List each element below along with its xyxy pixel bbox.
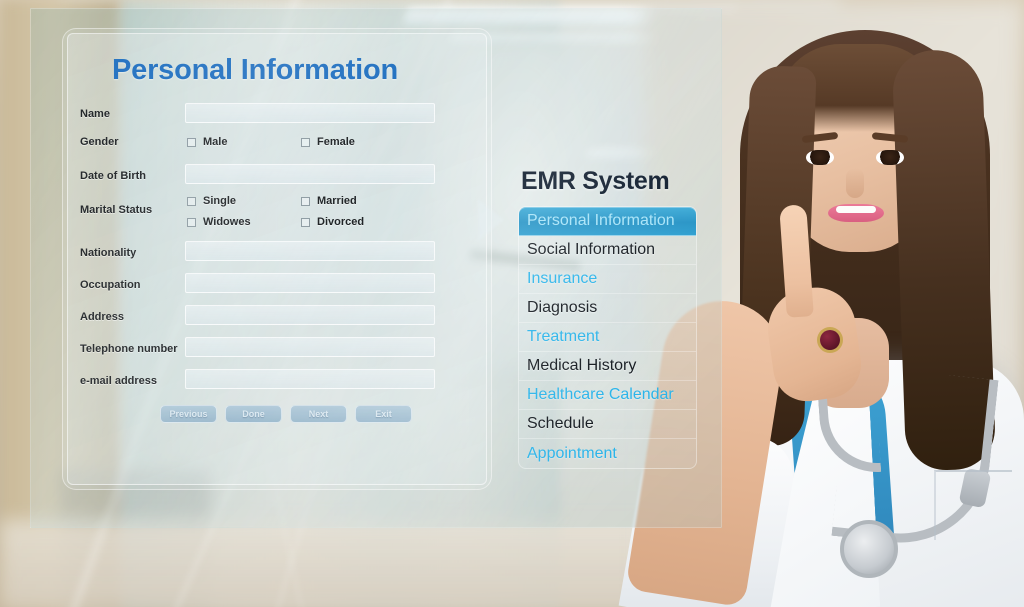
- label-date-of-birth: Date of Birth: [80, 170, 146, 182]
- form-button-row: Previous Done Next Exit: [160, 405, 412, 423]
- emr-system-title: EMR System: [521, 167, 670, 195]
- checkbox-female[interactable]: Female: [301, 136, 355, 148]
- page-title: Personal Information: [112, 54, 399, 86]
- checkbox-box-icon[interactable]: [301, 217, 310, 227]
- checkbox-married[interactable]: Married: [301, 195, 357, 207]
- menu-item-healthcare-calendar[interactable]: Healthcare Calendar: [519, 381, 696, 410]
- menu-item-diagnosis[interactable]: Diagnosis: [519, 294, 696, 323]
- checkbox-label-male: Male: [203, 136, 228, 148]
- checkbox-label-widowes: Widowes: [203, 216, 251, 228]
- label-marital-status: Marital Status: [80, 204, 153, 216]
- checkbox-box-icon[interactable]: [301, 196, 310, 206]
- telephone-number-input[interactable]: [185, 337, 435, 357]
- stethoscope-chestpiece-icon: [840, 520, 898, 578]
- previous-button[interactable]: Previous: [160, 405, 217, 423]
- date-of-birth-input[interactable]: [185, 164, 435, 184]
- label-name: Name: [80, 108, 110, 120]
- menu-item-treatment[interactable]: Treatment: [519, 323, 696, 352]
- teeth: [836, 206, 876, 213]
- menu-item-personal-information[interactable]: Personal Information: [519, 207, 696, 236]
- nationality-input[interactable]: [185, 241, 435, 261]
- address-input[interactable]: [185, 305, 435, 325]
- menu-item-appointment[interactable]: Appointment: [519, 439, 696, 468]
- label-nationality: Nationality: [80, 247, 137, 259]
- coat-pocket: [934, 470, 1012, 540]
- label-occupation: Occupation: [80, 279, 141, 291]
- next-button[interactable]: Next: [290, 405, 347, 423]
- occupation-input[interactable]: [185, 273, 435, 293]
- checkbox-box-icon[interactable]: [301, 137, 310, 147]
- checkbox-male[interactable]: Male: [187, 136, 227, 148]
- done-button[interactable]: Done: [225, 405, 282, 423]
- label-address: Address: [80, 311, 125, 323]
- emr-menu: Personal Information Social Information …: [518, 206, 697, 469]
- checkbox-box-icon[interactable]: [187, 196, 196, 206]
- menu-item-schedule[interactable]: Schedule: [519, 410, 696, 439]
- label-gender: Gender: [80, 136, 119, 148]
- eye-right: [876, 150, 904, 165]
- screenshot-root: Personal Information Name Gender Male Fe…: [0, 0, 1024, 607]
- label-telephone-number: Telephone number: [80, 343, 178, 355]
- nose: [846, 168, 864, 198]
- checkbox-label-divorced: Divorced: [317, 216, 365, 228]
- label-email-address: e-mail address: [80, 375, 158, 387]
- checkbox-label-married: Married: [317, 195, 357, 207]
- menu-item-medical-history[interactable]: Medical History: [519, 352, 696, 381]
- checkbox-widowes[interactable]: Widowes: [187, 216, 251, 228]
- exit-button[interactable]: Exit: [355, 405, 412, 423]
- checkbox-single[interactable]: Single: [187, 195, 236, 207]
- email-address-input[interactable]: [185, 369, 435, 389]
- menu-pointer-arrow-icon: [478, 199, 504, 241]
- checkbox-box-icon[interactable]: [187, 137, 196, 147]
- checkbox-box-icon[interactable]: [187, 217, 196, 227]
- name-input[interactable]: [185, 103, 435, 123]
- checkbox-label-female: Female: [317, 136, 355, 148]
- checkbox-label-single: Single: [203, 195, 237, 207]
- checkbox-divorced[interactable]: Divorced: [301, 216, 364, 228]
- ring: [820, 330, 840, 350]
- menu-item-insurance[interactable]: Insurance: [519, 265, 696, 294]
- menu-item-social-information[interactable]: Social Information: [519, 236, 696, 265]
- eye-left: [806, 150, 834, 165]
